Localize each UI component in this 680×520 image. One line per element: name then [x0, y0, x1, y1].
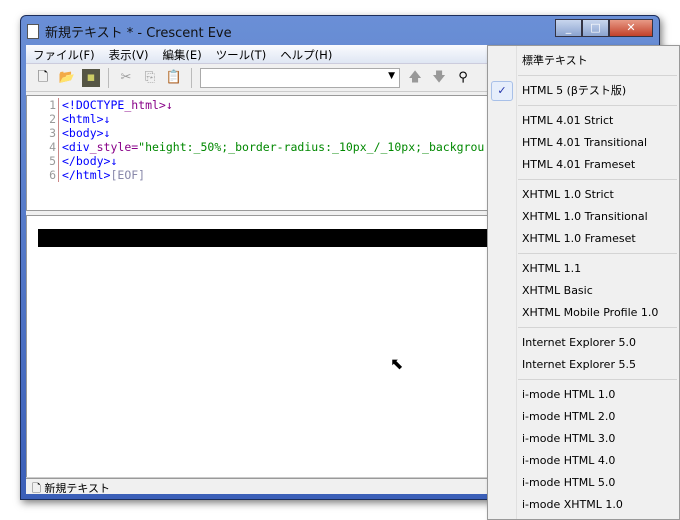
new-file-icon[interactable]: 🗋 [34, 69, 52, 87]
menu-item-label: 標準テキスト [522, 54, 588, 67]
menu-item-label: i-mode HTML 1.0 [522, 388, 616, 401]
menu-item-label: XHTML 1.1 [522, 262, 582, 275]
line-number: 2 [49, 112, 56, 126]
window-title: 新規テキスト * - Crescent Eve [45, 25, 232, 41]
menu-separator [488, 72, 679, 80]
menu-help[interactable]: ヘルプ(H) [273, 45, 339, 63]
line-number: 5 [49, 154, 56, 168]
menu-item-label: XHTML 1.0 Strict [522, 188, 614, 201]
menu-item[interactable]: i-mode HTML 1.0 [488, 384, 679, 406]
menu-edit[interactable]: 編集(E) [155, 45, 208, 63]
code-line: </body>↓ [62, 154, 118, 168]
menu-item-label: XHTML Basic [522, 284, 593, 297]
open-folder-icon[interactable]: 📂 [58, 69, 76, 87]
menu-item[interactable]: XHTML 1.1 [488, 258, 679, 280]
menu-item[interactable]: Internet Explorer 5.0 [488, 332, 679, 354]
paste-icon[interactable]: 📋 [165, 69, 183, 87]
code-line: <div_style="height:_50%;_border-radius:_… [62, 140, 485, 154]
code-line: </html>[EOF] [62, 168, 146, 182]
menu-separator [488, 324, 679, 332]
document-icon [27, 23, 39, 39]
menu-item[interactable]: XHTML Mobile Profile 1.0 [488, 302, 679, 324]
chevron-down-icon: ▼ [388, 70, 395, 81]
menu-item[interactable]: i-mode XHTML 1.0 [488, 494, 679, 516]
menu-separator [488, 102, 679, 110]
menu-item[interactable]: XHTML 1.0 Strict [488, 184, 679, 206]
code-line: <!DOCTYPE_html>↓ [62, 98, 173, 112]
menu-item-label: i-mode HTML 2.0 [522, 410, 616, 423]
menu-item[interactable]: i-mode HTML 5.0 [488, 472, 679, 494]
copy-icon[interactable]: ⎘ [141, 69, 159, 87]
search-combo[interactable]: ▼ [200, 67, 400, 88]
menu-item-label: XHTML 1.0 Frameset [522, 232, 636, 245]
menu-item-label: i-mode HTML 3.0 [522, 432, 616, 445]
line-number: 4 [49, 140, 56, 154]
menu-item[interactable]: XHTML 1.0 Transitional [488, 206, 679, 228]
rendered-div [38, 229, 498, 247]
menu-file[interactable]: ファイル(F) [26, 45, 102, 63]
close-button[interactable]: ✕ [609, 19, 653, 37]
menu-item-label: Internet Explorer 5.0 [522, 336, 636, 349]
menu-item[interactable]: Internet Explorer 5.5 [488, 354, 679, 376]
code-line: <html>↓ [62, 112, 111, 126]
menu-item-label: HTML 4.01 Transitional [522, 136, 648, 149]
menu-item[interactable]: XHTML Basic [488, 280, 679, 302]
menu-item[interactable]: HTML 4.01 Frameset [488, 154, 679, 176]
menu-item[interactable]: i-mode HTML 4.0 [488, 450, 679, 472]
menu-item-label: HTML 4.01 Frameset [522, 158, 636, 171]
arrow-up-icon[interactable]: 🡅 [406, 69, 424, 87]
menu-separator [488, 176, 679, 184]
menu-item-label: i-mode HTML 4.0 [522, 454, 616, 467]
code-line: <body>↓ [62, 126, 111, 140]
arrow-down-icon[interactable]: 🡇 [430, 69, 448, 87]
binoculars-icon[interactable]: ⚲ [454, 69, 472, 87]
menu-item[interactable]: XHTML 1.0 Frameset [488, 228, 679, 250]
code-text: <!DOCTYPE_html>↓ <html>↓ <body>↓ <div_st… [62, 98, 484, 182]
menu-separator [488, 376, 679, 384]
cut-icon[interactable]: ✂ [117, 69, 135, 87]
minimize-button[interactable]: _ [555, 19, 582, 37]
check-icon: ✓ [491, 81, 513, 101]
menu-item[interactable]: HTML 4.01 Transitional [488, 132, 679, 154]
doctype-menu: 標準テキスト ✓ HTML 5 (βテスト版) HTML 4.01 Strict HTM… [487, 45, 680, 520]
save-icon[interactable]: ▪ [82, 68, 100, 87]
line-number: 1 [49, 98, 56, 112]
menu-item-label: HTML 4.01 Strict [522, 114, 614, 127]
menu-item[interactable]: i-mode HTML 3.0 [488, 428, 679, 450]
separator [191, 67, 192, 88]
line-number: 3 [49, 126, 56, 140]
menu-item[interactable]: ✓ HTML 5 (βテスト版) [488, 80, 679, 102]
menu-item-label: XHTML 1.0 Transitional [522, 210, 648, 223]
line-numbers: 1 2 3 4 5 6 [27, 98, 59, 182]
separator [108, 67, 109, 88]
menu-item-label: i-mode HTML 5.0 [522, 476, 616, 489]
menu-item-label: i-mode XHTML 1.0 [522, 498, 623, 511]
menu-item[interactable]: HTML 4.01 Strict [488, 110, 679, 132]
menu-item[interactable]: i-mode HTML 2.0 [488, 406, 679, 428]
menu-item-label: Internet Explorer 5.5 [522, 358, 636, 371]
menu-separator [488, 250, 679, 258]
menu-item[interactable]: 標準テキスト [488, 50, 679, 72]
title-bar: 新規テキスト * - Crescent Eve [27, 20, 232, 42]
document-tab[interactable]: 新規テキスト [44, 482, 110, 495]
mouse-cursor-icon: ⬉ [390, 354, 404, 373]
menu-item-label: XHTML Mobile Profile 1.0 [522, 306, 659, 319]
menu-view[interactable]: 表示(V) [102, 45, 156, 63]
menu-item-label: HTML 5 (βテスト版) [522, 84, 627, 97]
maximize-button[interactable]: □ [582, 19, 609, 37]
menu-tools[interactable]: ツール(T) [209, 45, 274, 63]
line-number: 6 [49, 168, 56, 182]
